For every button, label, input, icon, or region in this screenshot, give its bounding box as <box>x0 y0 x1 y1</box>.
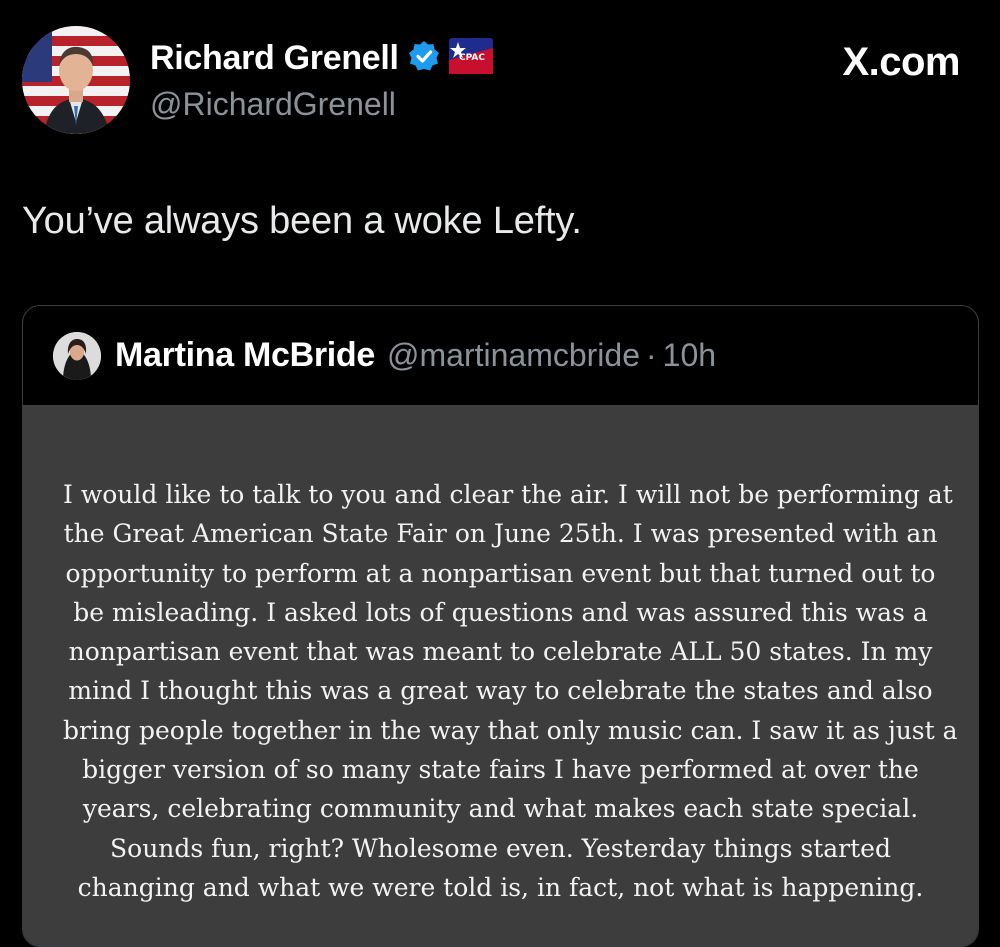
statement-line: opportunity to perform at a nonpartisan … <box>65 558 936 588</box>
quoted-tweet-card[interactable]: Martina McBride @martinamcbride · 10h I … <box>22 305 979 947</box>
author-avatar-image <box>22 26 130 134</box>
statement-line: changing and what we were told is, in fa… <box>77 872 924 902</box>
quoted-timestamp[interactable]: 10h <box>663 337 716 374</box>
quoted-author-avatar[interactable] <box>53 331 101 380</box>
quoted-author-handle[interactable]: @martinamcbride <box>387 337 640 374</box>
statement-line: the Great American State Fair on June 25… <box>63 519 938 549</box>
statement-line: bigger version of so many state fairs I … <box>82 755 919 785</box>
statement-line: years, celebrating community and what ma… <box>82 794 919 824</box>
quoted-author-avatar-image <box>53 331 101 380</box>
statement-line: mind I thought this was a great way to c… <box>68 676 933 706</box>
statement-line: be misleading. I asked lots of questions… <box>73 597 928 627</box>
quoted-statement-image[interactable]: I would like to talk to you and clear th… <box>23 405 978 946</box>
author-handle[interactable]: @RichardGrenell <box>150 86 396 123</box>
site-watermark: X.com <box>842 40 960 84</box>
statement-text: I would like to talk to you and clear th… <box>63 475 958 907</box>
verified-icon <box>407 39 441 78</box>
cpac-icon[interactable]: CPAC <box>448 37 493 79</box>
statement-line: I would like to talk to you and clear th… <box>63 480 953 509</box>
quoted-tweet-header: Martina McBride @martinamcbride · 10h <box>23 306 978 405</box>
tweet-header: Richard Grenell CPAC @RichardGrenell X.c… <box>22 26 960 136</box>
quoted-separator: · <box>646 337 657 373</box>
author-display-name[interactable]: Richard Grenell <box>150 39 399 78</box>
author-name-row: Richard Grenell CPAC <box>150 36 493 80</box>
statement-line: Sounds fun, right? Wholesome even. Yeste… <box>110 833 891 863</box>
author-avatar[interactable] <box>22 26 130 134</box>
statement-line: bring people together in the way that on… <box>63 715 958 745</box>
statement-line: nonpartisan event that was meant to cele… <box>68 637 933 667</box>
quoted-author-display-name[interactable]: Martina McBride <box>115 336 375 375</box>
cpac-label: CPAC <box>459 53 485 63</box>
tweet-text: You’ve always been a woke Lefty. <box>22 200 582 242</box>
